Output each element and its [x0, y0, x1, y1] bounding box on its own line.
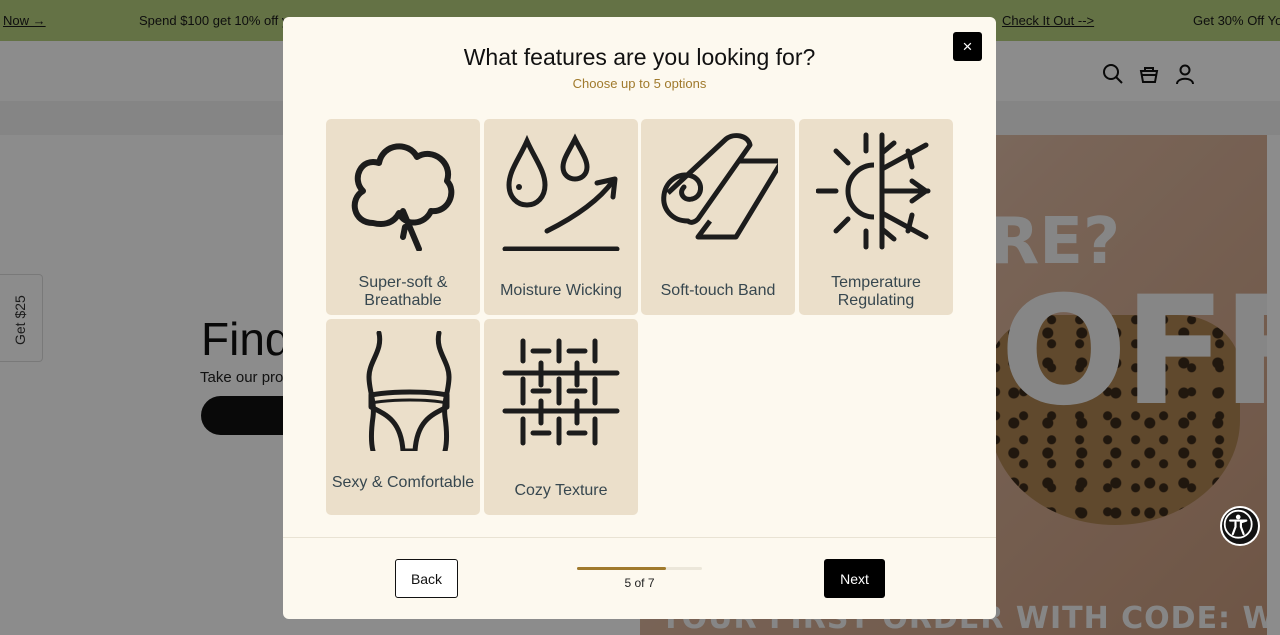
modal-subtitle: Choose up to 5 options: [572, 76, 707, 91]
option-moisture-wicking[interactable]: Moisture Wicking: [484, 119, 638, 315]
option-label: Super-soft & Breathable: [358, 274, 448, 309]
weave-icon: [502, 338, 620, 446]
back-button[interactable]: Back: [395, 559, 458, 598]
fabric-roll-icon: [661, 133, 778, 240]
footer-divider: [283, 537, 996, 538]
option-cozy-texture[interactable]: Cozy Texture: [484, 319, 638, 515]
droplets-icon: [502, 133, 620, 251]
accessibility-button[interactable]: [1220, 506, 1260, 546]
progress-text: 5 of 7: [624, 576, 655, 590]
next-button[interactable]: Next: [824, 559, 885, 598]
feature-quiz-modal: × What features are you looking for? Cho…: [283, 17, 996, 619]
option-label: Temperature Regulating: [831, 274, 921, 309]
accessibility-icon: [1223, 509, 1253, 539]
progress-bar-fill: [577, 567, 667, 570]
progress-bar: [577, 567, 702, 570]
option-label: Moisture Wicking: [500, 282, 622, 299]
option-label: Soft-touch Band: [660, 282, 776, 299]
sun-snowflake-icon: [816, 132, 931, 250]
option-temperature-regulating[interactable]: Temperature Regulating: [799, 119, 953, 315]
option-label: Sexy & Comfortable: [331, 474, 475, 491]
underwear-icon: [366, 331, 452, 451]
option-sexy-comfortable[interactable]: Sexy & Comfortable: [326, 319, 480, 515]
cotton-icon: [351, 143, 455, 251]
option-soft-touch-band[interactable]: Soft-touch Band: [641, 119, 795, 315]
option-super-soft[interactable]: Super-soft & Breathable: [326, 119, 480, 315]
option-label: Cozy Texture: [514, 482, 608, 499]
modal-title: What features are you looking for?: [463, 44, 816, 70]
